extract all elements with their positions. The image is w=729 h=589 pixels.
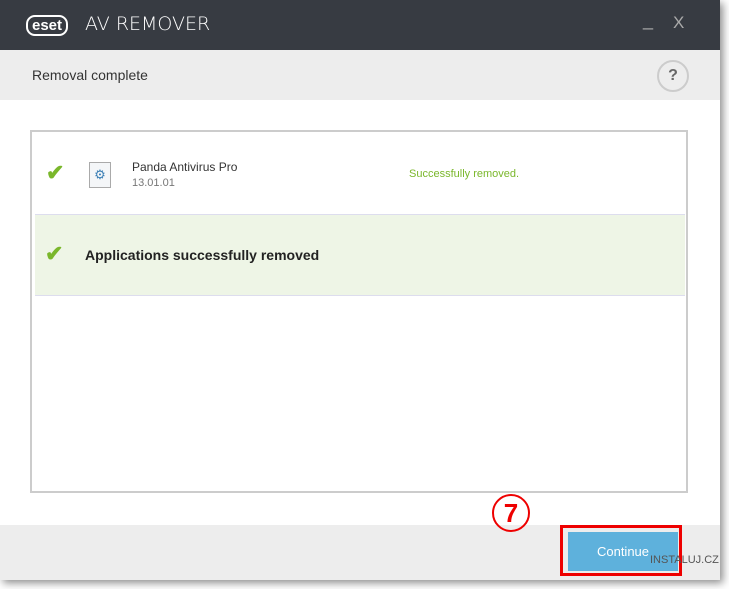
app-status: Successfully removed. [409,168,520,180]
check-icon: ✔ [45,241,64,266]
app-version: 13.01.01 [132,177,175,189]
summary-text: Applications successfully removed [85,247,320,263]
close-button[interactable]: X [673,13,684,33]
page-title: Removal complete [32,67,148,83]
check-icon: ✔ [46,160,65,185]
eset-logo: eset [26,15,69,36]
minimize-button[interactable]: _ [643,10,653,31]
app-icon: ⚙ [89,162,111,188]
app-title: AV REMOVER [85,13,211,35]
help-button[interactable]: ? [657,60,689,92]
list-item: ✔ ⚙ Panda Antivirus Pro 13.01.01 Success… [32,132,686,214]
summary-banner: ✔ Applications successfully removed [35,214,685,296]
page-header: Removal complete ? [0,50,720,100]
app-name: Panda Antivirus Pro [132,160,238,174]
step-number-annotation: 7 [492,494,530,532]
app-window: eset AV REMOVER _ X Removal complete ? ✔… [0,0,720,580]
removed-apps-list: ✔ ⚙ Panda Antivirus Pro 13.01.01 Success… [30,130,688,493]
highlight-annotation [560,525,682,576]
watermark: INSTALUJ.CZ [650,554,719,566]
title-bar: eset AV REMOVER _ X [0,0,720,50]
